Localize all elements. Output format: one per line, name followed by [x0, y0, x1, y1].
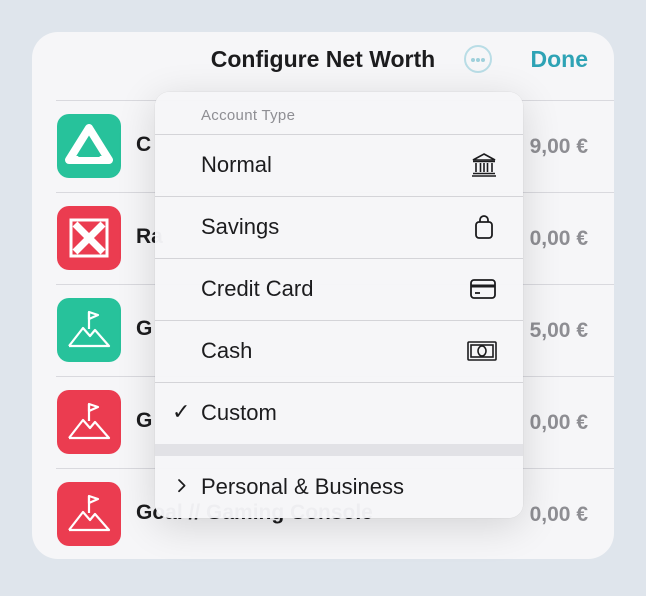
menu-divider	[155, 320, 523, 321]
menu-item-cash[interactable]: Cash	[155, 320, 523, 382]
bank-icon	[472, 153, 496, 177]
account-amount: 0,00 €	[529, 503, 588, 526]
account-amount: 0,00 €	[529, 227, 588, 250]
menu-item-label: Custom	[201, 400, 277, 425]
ellipsis-dot	[476, 58, 480, 62]
mountain-flag-icon	[57, 482, 121, 546]
account-type-menu: Account Type Normal Savings Credit Card	[155, 92, 523, 518]
checkmark-icon: ✓	[172, 399, 191, 424]
menu-divider	[155, 196, 523, 197]
menu-item-custom[interactable]: ✓ Custom	[155, 382, 523, 444]
menu-item-credit-card[interactable]: Credit Card	[155, 258, 523, 320]
ellipsis-icon	[471, 58, 475, 62]
menu-item-label: Credit Card	[201, 276, 314, 301]
menu-item-personal-business[interactable]: Personal & Business	[155, 456, 523, 518]
page-title: Configure Net Worth	[210, 46, 436, 72]
bag-icon	[475, 215, 493, 239]
account-name: G	[136, 317, 153, 340]
chevron-right-icon	[178, 479, 186, 493]
menu-item-savings[interactable]: Savings	[155, 196, 523, 258]
ellipsis-dot	[481, 58, 485, 62]
mountain-flag-icon	[57, 390, 121, 454]
mountain-flag-icon	[57, 298, 121, 362]
account-name: C	[136, 133, 152, 156]
account-amount: 0,00 €	[529, 411, 588, 434]
menu-item-normal[interactable]: Normal	[155, 134, 523, 196]
menu-divider	[155, 382, 523, 383]
menu-section-gap	[155, 444, 523, 456]
credit-card-icon	[470, 279, 496, 299]
banknote-icon	[467, 341, 497, 361]
menu-section-header: Account Type	[201, 107, 296, 124]
menu-item-label: Normal	[201, 152, 272, 177]
account-amount: 9,00 €	[529, 135, 588, 158]
menu-item-label: Savings	[201, 214, 280, 239]
menu-item-label: Cash	[201, 338, 253, 363]
sheet-header: Configure Net Worth Done	[32, 32, 614, 90]
drive-triangle-icon	[57, 114, 121, 178]
more-options-button[interactable]	[464, 45, 492, 73]
menu-divider	[155, 258, 523, 259]
account-name: G	[136, 409, 153, 432]
menu-divider	[155, 134, 523, 135]
done-button[interactable]: Done	[531, 46, 589, 73]
menu-item-label: Personal & Business	[201, 474, 404, 499]
account-amount: 5,00 €	[529, 319, 588, 342]
crossed-tools-icon	[57, 206, 121, 270]
